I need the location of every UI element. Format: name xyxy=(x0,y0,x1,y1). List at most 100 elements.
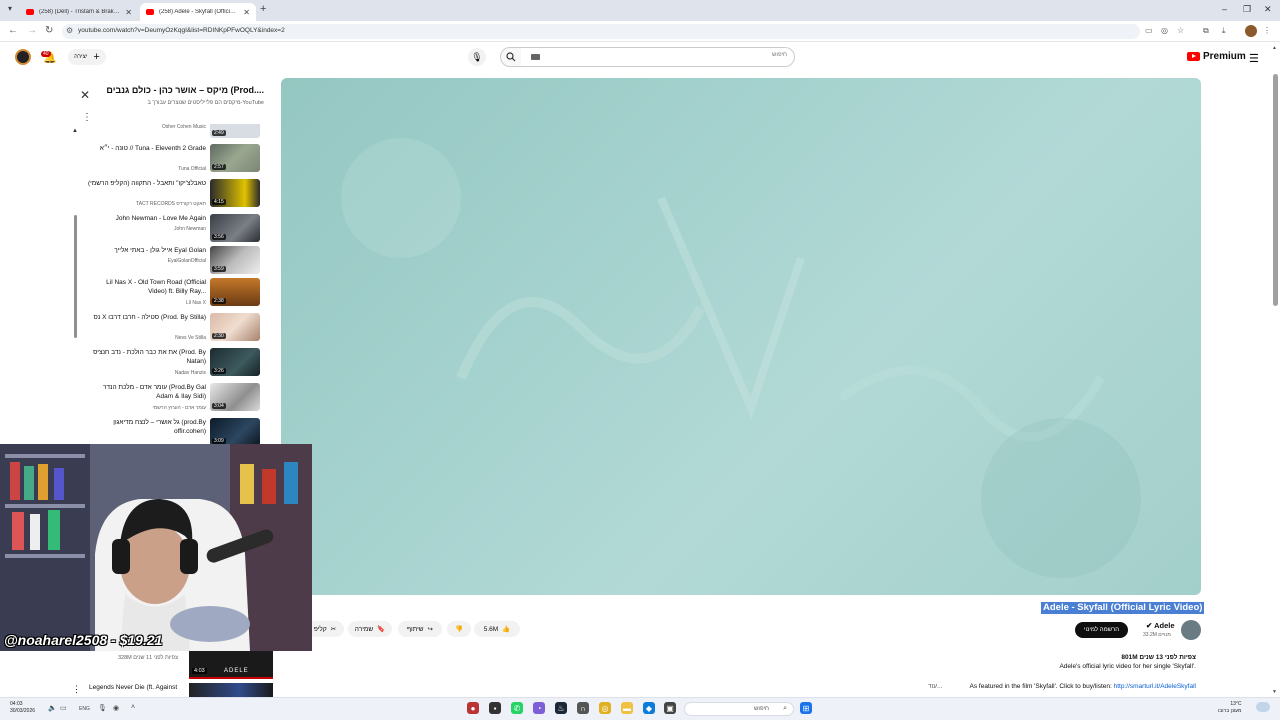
channel-avatar[interactable] xyxy=(1181,620,1201,640)
playlist-item[interactable]: נס X סטילה - חרבו דרבו (Prod. By Stilla)… xyxy=(82,313,262,347)
plus-icon: + xyxy=(93,51,100,63)
network-icon[interactable]: ◉ xyxy=(113,704,119,712)
channel-name: EyalGolanOfficial xyxy=(167,258,206,264)
description-box[interactable]: 801M צפיות לפני 13 שנים Adele's official… xyxy=(928,651,1196,694)
playlist-title: מיקס – אושר כהן - כולם גנבים (Prod.... xyxy=(106,85,264,95)
browser-tab-1[interactable]: (258) (Dell) - Tristam & Braken ✕ xyxy=(20,3,138,21)
channel-name: Nadav Hanzis xyxy=(174,370,206,376)
youtube-favicon-icon xyxy=(26,9,34,15)
close-window-icon[interactable]: ✕ xyxy=(1264,4,1272,15)
tab-close-icon[interactable]: ✕ xyxy=(125,8,132,17)
thumbnail-text: ADELE xyxy=(224,668,249,674)
youtube-logo-icon xyxy=(1187,52,1200,61)
video-thumbnail: 2:49 xyxy=(210,124,260,138)
playlist-item[interactable]: 2:49 Osher Cohen Music xyxy=(82,124,262,138)
youtube-premium-logo[interactable]: Premium xyxy=(1187,51,1246,62)
windows-start-icon[interactable]: ⊞ xyxy=(800,702,812,714)
close-icon[interactable]: ✕ xyxy=(80,88,90,102)
url-bar[interactable]: ⚙ youtube.com/watch?v=DeumyOzKqgI&list=R… xyxy=(62,24,1140,39)
monitor-icon[interactable]: ▭ xyxy=(60,704,67,712)
playlist-item[interactable]: Lil Nas X - Old Town Road (Official Vide… xyxy=(82,278,262,312)
bookmark-star-icon[interactable]: ☆ xyxy=(1177,26,1184,35)
extensions-icon[interactable]: ⧉ xyxy=(1203,26,1209,36)
show-more-link[interactable]: עוד... xyxy=(928,683,943,690)
terminal-icon[interactable]: ▪ xyxy=(489,702,501,714)
search-input[interactable] xyxy=(541,52,787,58)
folder-icon[interactable]: ▬ xyxy=(621,702,633,714)
download-icon[interactable]: ⤓ xyxy=(1222,26,1226,36)
scroll-up-icon[interactable]: ▲ xyxy=(72,128,78,134)
app-icon-window[interactable]: ▣ xyxy=(664,702,676,714)
cast-icon[interactable]: ▭ xyxy=(1145,26,1153,35)
mic-icon[interactable]: 🎙 xyxy=(468,48,486,66)
chrome-icon[interactable]: ◎ xyxy=(599,702,611,714)
playlist-item[interactable]: עומר אדם - מלכת הנדר (Prod.By Gal Adam &… xyxy=(82,383,262,417)
view-count-date: 801M צפיות לפני 13 שנים xyxy=(1121,654,1196,661)
playlist-item[interactable]: טונה - י״א // Tuna - Eleventh 2 Grade Tu… xyxy=(82,144,262,178)
clock[interactable]: 04:03 30/03/2026 xyxy=(10,701,35,715)
more-options-icon[interactable]: ⋮ xyxy=(82,112,92,123)
playlist-item[interactable]: גל אושרי – לנצח מדיאגון (prod.By offir.c… xyxy=(82,418,262,446)
language-indicator[interactable]: ENG xyxy=(79,706,90,712)
weather-widget[interactable]: 13°C מעונן ברובו xyxy=(1218,701,1241,715)
scissors-icon: ✂ xyxy=(330,626,337,633)
incognito-eye-icon[interactable]: ◎ xyxy=(1161,26,1168,35)
channel-name: עומר אדם - הערוץ הרשמי xyxy=(152,405,206,411)
page-scrollbar[interactable] xyxy=(1273,74,1278,306)
playlist-item[interactable]: את את כבר הולכת - נדב חנציס (Prod. By Na… xyxy=(82,348,262,382)
save-button[interactable]: שמירה 🔖 xyxy=(348,621,392,637)
whatsapp-icon[interactable]: ✆ xyxy=(511,702,523,714)
back-icon[interactable]: ← xyxy=(8,25,18,36)
duration-badge: 3:56 xyxy=(212,234,226,240)
url-text: youtube.com/watch?v=DeumyOzKqgI&list=RDI… xyxy=(78,27,285,34)
minimize-icon[interactable]: – xyxy=(1222,4,1227,14)
speaker-icon[interactable]: 🔈 xyxy=(48,704,57,712)
share-button[interactable]: שיתוף ↪ xyxy=(398,621,442,637)
more-options-icon[interactable]: ⋮ xyxy=(72,684,81,695)
dislike-button[interactable]: 👎 xyxy=(447,621,471,637)
subscribe-button[interactable]: הרשמה למינוי xyxy=(1075,622,1128,638)
app-icon-store[interactable]: ◆ xyxy=(643,702,655,714)
search-box[interactable] xyxy=(521,47,795,67)
account-avatar[interactable] xyxy=(15,49,31,65)
headphones-icon[interactable]: ∩ xyxy=(577,702,589,714)
scroll-down-arrow-icon[interactable]: ▼ xyxy=(1272,689,1277,695)
steam-icon[interactable]: ♨ xyxy=(555,702,567,714)
discord-icon[interactable]: ◔ xyxy=(533,702,545,714)
taskbar-search[interactable]: חיפוש ⌕ xyxy=(684,702,794,716)
recommendation-title[interactable]: Legends Never Die (ft. Against xyxy=(89,684,177,691)
channel-name[interactable]: ✔ Adele xyxy=(1146,621,1175,630)
description-link[interactable]: http://smarturl.it/AdeleSkyfall xyxy=(1114,683,1196,690)
forward-icon[interactable]: → xyxy=(27,25,37,36)
clock-date: 30/03/2026 xyxy=(10,708,36,714)
playlist-item[interactable]: John Newman - Love Me Again John Newman … xyxy=(82,214,262,248)
video-player[interactable] xyxy=(281,78,1201,595)
search-icon: ⌕ xyxy=(783,705,787,712)
playlist-scrollbar[interactable] xyxy=(74,215,77,338)
browser-menu-icon[interactable]: ⋮ xyxy=(1263,26,1271,35)
create-button[interactable]: יצירה + xyxy=(68,49,106,65)
maximize-icon[interactable]: ❐ xyxy=(1243,4,1251,15)
description-line: Adele's official lyric video for her sin… xyxy=(1059,663,1196,670)
app-icon-1[interactable]: ● xyxy=(467,702,479,714)
scroll-up-arrow-icon[interactable]: ▲ xyxy=(1272,45,1277,51)
site-info-icon[interactable]: ⚙ xyxy=(66,26,73,35)
tab-list-icon[interactable]: ▾ xyxy=(8,4,12,13)
keyboard-icon[interactable] xyxy=(531,54,540,60)
reload-icon[interactable]: ↻ xyxy=(45,25,53,36)
recommendation-thumbnail[interactable] xyxy=(189,683,273,697)
playlist-item[interactable]: טאבלצ'יקו" ותאבל - התקווה (הקליפ הרשמי) … xyxy=(82,179,262,213)
tab-close-icon[interactable]: ✕ xyxy=(243,8,250,17)
like-button[interactable]: 5.6M 👍 xyxy=(474,621,520,637)
new-tab-button[interactable]: + xyxy=(260,3,266,15)
tray-chevron-icon[interactable]: ˄ xyxy=(131,704,135,711)
playlist-item[interactable]: אייל גולן - באתי אלייך Eyal Golan EyalGo… xyxy=(82,246,262,280)
profile-avatar[interactable] xyxy=(1245,25,1257,37)
browser-tab-2[interactable]: (258) Adele - Skyfall (Official Ly... ✕ xyxy=(140,3,256,21)
mic-tray-icon[interactable]: 🎙 xyxy=(98,704,107,712)
recommendation-thumbnail[interactable]: ADELE 4:03 xyxy=(189,651,273,679)
hamburger-menu-icon[interactable]: ☰ xyxy=(1249,52,1259,65)
duration-badge: 2:30 xyxy=(212,333,226,339)
search-button[interactable] xyxy=(500,47,522,67)
create-label: יצירה xyxy=(74,54,88,60)
